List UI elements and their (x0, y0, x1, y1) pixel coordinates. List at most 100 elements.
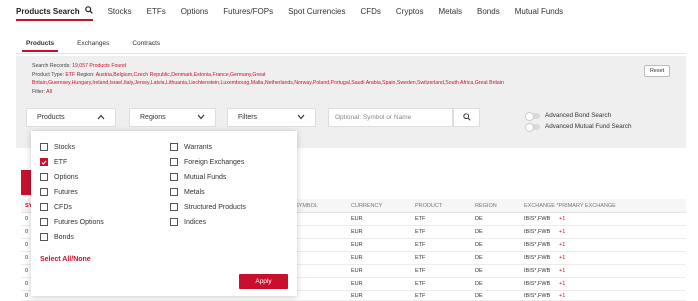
checkbox-checked[interactable] (40, 158, 48, 166)
cell-currency: EUR (351, 242, 363, 248)
checkbox[interactable] (170, 143, 178, 151)
nav-cryptos[interactable]: Cryptos (396, 7, 424, 16)
top-nav: Products Search Stocks ETFs Options Futu… (0, 0, 698, 22)
cell-sy: 0 (25, 255, 29, 261)
cell-sy: 0 (25, 229, 29, 235)
option-label: Options (54, 173, 79, 181)
tab-products[interactable]: Products (22, 40, 59, 52)
nav-stocks[interactable]: Stocks (108, 7, 132, 16)
checkbox[interactable] (40, 218, 48, 226)
col-header-product[interactable]: PRODUCT (415, 203, 442, 209)
apply-button[interactable]: Apply (239, 274, 288, 289)
checkbox[interactable] (40, 143, 48, 151)
records-value: 19,057 Products Found (72, 63, 127, 69)
cell-more-exchanges[interactable]: +1 (559, 229, 565, 235)
cell-product: ETF (415, 281, 426, 287)
nav-spot-currencies[interactable]: Spot Currencies (288, 7, 345, 16)
products-dropdown[interactable]: Products (26, 108, 116, 127)
cell-currency: EUR (351, 255, 363, 261)
regions-dropdown[interactable]: Regions (129, 108, 216, 127)
cell-currency: EUR (351, 268, 363, 274)
cell-sy: 0 (25, 216, 29, 222)
option-label: Bonds (54, 233, 74, 241)
checkbox[interactable] (40, 203, 48, 211)
advanced-bond-toggle[interactable]: Advanced Bond Search (525, 111, 612, 121)
option-foreign-exchanges[interactable]: Foreign Exchanges (170, 158, 244, 166)
cell-region: DE (475, 268, 483, 274)
cell-region: DE (475, 281, 483, 287)
records-line: Search Records: 19,057 Products Found (32, 62, 592, 71)
col-header-symbol[interactable]: SYMBOL (295, 203, 318, 209)
advanced-mutual-fund-toggle[interactable]: Advanced Mutual Fund Search (525, 122, 631, 132)
cell-sy: 0 (25, 293, 29, 299)
option-structured-products[interactable]: Structured Products (170, 203, 246, 211)
check-icon (41, 160, 47, 165)
cell-product: ETF (415, 268, 426, 274)
option-cfds[interactable]: CFDs (40, 203, 72, 211)
nav-mutual-funds[interactable]: Mutual Funds (515, 7, 563, 16)
toggle-switch[interactable] (525, 111, 540, 121)
option-mutual-funds[interactable]: Mutual Funds (170, 173, 226, 181)
checkbox[interactable] (170, 173, 178, 181)
checkbox[interactable] (170, 203, 178, 211)
option-label: Warrants (184, 143, 213, 151)
tab-exchanges[interactable]: Exchanges (73, 40, 113, 52)
nav-metals[interactable]: Metals (438, 7, 462, 16)
chevron-up-icon (97, 114, 105, 122)
checkbox[interactable] (170, 188, 178, 196)
products-dropdown-label: Products (37, 114, 65, 121)
symbol-search-placeholder: Optional: Symbol or Name (335, 114, 412, 121)
reset-button[interactable]: Reset (644, 65, 670, 77)
cell-currency: EUR (351, 281, 363, 287)
option-indices[interactable]: Indices (170, 218, 206, 226)
checkbox[interactable] (40, 188, 48, 196)
type-value: ETF (65, 71, 76, 78)
subtabs-divider (16, 53, 686, 54)
option-bonds[interactable]: Bonds (40, 233, 74, 241)
cell-region: DE (475, 216, 483, 222)
col-header-exchange[interactable]: EXCHANGE *PRIMARY EXCHANGE (524, 203, 616, 209)
checkbox[interactable] (170, 158, 178, 166)
cell-more-exchanges[interactable]: +1 (559, 255, 565, 261)
option-label: Indices (184, 218, 207, 226)
advanced-bond-label: Advanced Bond Search (545, 112, 612, 119)
symbol-search-button[interactable] (453, 108, 480, 127)
option-label: Futures (54, 188, 78, 196)
select-all-none-link[interactable]: Select All/None (40, 256, 91, 263)
tab-contracts[interactable]: Contracts (128, 40, 164, 52)
chevron-down-icon (197, 114, 205, 122)
cell-more-exchanges[interactable]: +1 (559, 242, 565, 248)
option-futures-options[interactable]: Futures Options (40, 218, 104, 226)
nav-options[interactable]: Options (181, 7, 209, 16)
search-icon (462, 112, 471, 123)
checkbox[interactable] (40, 173, 48, 181)
filters-dropdown-label: Filters (238, 114, 258, 121)
cell-more-exchanges[interactable]: +1 (559, 216, 565, 222)
filter-label: Filter: (32, 88, 45, 95)
col-header-region[interactable]: REGION (475, 203, 497, 209)
option-stocks[interactable]: Stocks (40, 143, 75, 151)
cell-region: DE (475, 293, 483, 299)
nav-cfds[interactable]: CFDs (360, 7, 380, 16)
col-header-currency[interactable]: CURRENCY (351, 203, 382, 209)
toggle-switch[interactable] (525, 122, 540, 132)
nav-etfs[interactable]: ETFs (147, 7, 166, 16)
option-futures[interactable]: Futures (40, 188, 78, 196)
symbol-search-input[interactable]: Optional: Symbol or Name (328, 108, 453, 127)
option-options[interactable]: Options (40, 173, 78, 181)
search-icon (84, 6, 93, 16)
option-label: Structured Products (184, 203, 246, 211)
nav-bonds[interactable]: Bonds (477, 7, 500, 16)
cell-more-exchanges[interactable]: +1 (559, 281, 565, 287)
option-warrants[interactable]: Warrants (170, 143, 212, 151)
region-label: Region: (76, 71, 95, 78)
option-metals[interactable]: Metals (170, 188, 205, 196)
cell-more-exchanges[interactable]: +1 (559, 293, 565, 299)
cell-more-exchanges[interactable]: +1 (559, 268, 565, 274)
nav-products-search[interactable]: Products Search (16, 6, 93, 21)
nav-futures-fops[interactable]: Futures/FOPs (223, 7, 273, 16)
filters-dropdown[interactable]: Filters (227, 108, 316, 127)
option-etf[interactable]: ETF (40, 158, 67, 166)
checkbox[interactable] (40, 233, 48, 241)
checkbox[interactable] (170, 218, 178, 226)
